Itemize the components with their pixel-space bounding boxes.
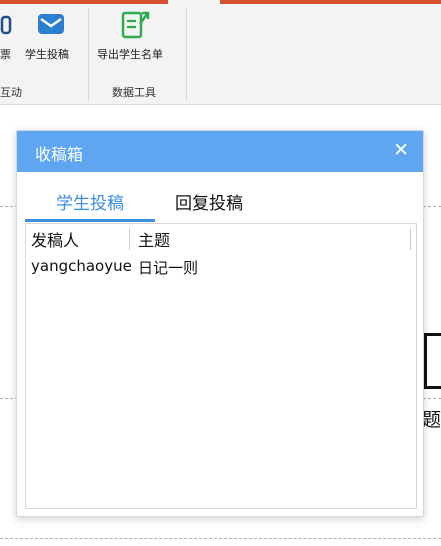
ribbon-item-vote-label[interactable]: 票 [0, 46, 11, 62]
ribbon-separator [186, 8, 187, 100]
background-text-block [424, 333, 441, 389]
guide-line [0, 538, 441, 539]
close-icon[interactable]: ✕ [393, 139, 409, 161]
export-icon[interactable] [120, 8, 152, 40]
submission-list[interactable]: 发稿人 主题 yangchaoyue 日记一则 [25, 223, 417, 509]
ribbon-separator [88, 8, 89, 100]
ribbon-accent-bar [0, 0, 168, 4]
dialog-title: 收稿箱 [35, 145, 84, 164]
ribbon-group-interact-label: 互动 [0, 86, 22, 99]
column-divider[interactable] [410, 228, 411, 250]
table-row-sender[interactable]: yangchaoyue [31, 257, 132, 275]
column-header-sender[interactable]: 发稿人 [31, 227, 79, 251]
tab-student-submissions[interactable]: 学生投稿 [25, 189, 155, 222]
dialog-header: 收稿箱 ✕ [17, 131, 423, 172]
inbox-dialog: 收稿箱 ✕ 学生投稿 回复投稿 发稿人 主题 yangchaoyue 日记一则 [16, 130, 424, 517]
vote-icon[interactable] [0, 14, 14, 38]
column-header-subject[interactable]: 主题 [138, 227, 170, 251]
envelope-icon[interactable] [36, 10, 66, 38]
ribbon-group-data-tools-label: 数据工具 [112, 86, 156, 99]
table-row-subject[interactable]: 日记一则 [138, 257, 198, 278]
column-divider[interactable] [129, 228, 130, 250]
ribbon-item-export-list-label[interactable]: 导出学生名单 [97, 46, 163, 62]
ribbon-toolbar: 票 学生投稿 导出学生名单 互动 数据工具 [0, 0, 441, 105]
ribbon-item-student-submission-label[interactable]: 学生投稿 [25, 46, 69, 62]
background-text: 题 [422, 409, 441, 431]
dialog-tabs: 学生投稿 回复投稿 [25, 189, 415, 223]
tab-reply-submissions[interactable]: 回复投稿 [165, 189, 253, 219]
list-header: 发稿人 主题 [26, 224, 416, 250]
ribbon-accent-bar [220, 0, 441, 4]
